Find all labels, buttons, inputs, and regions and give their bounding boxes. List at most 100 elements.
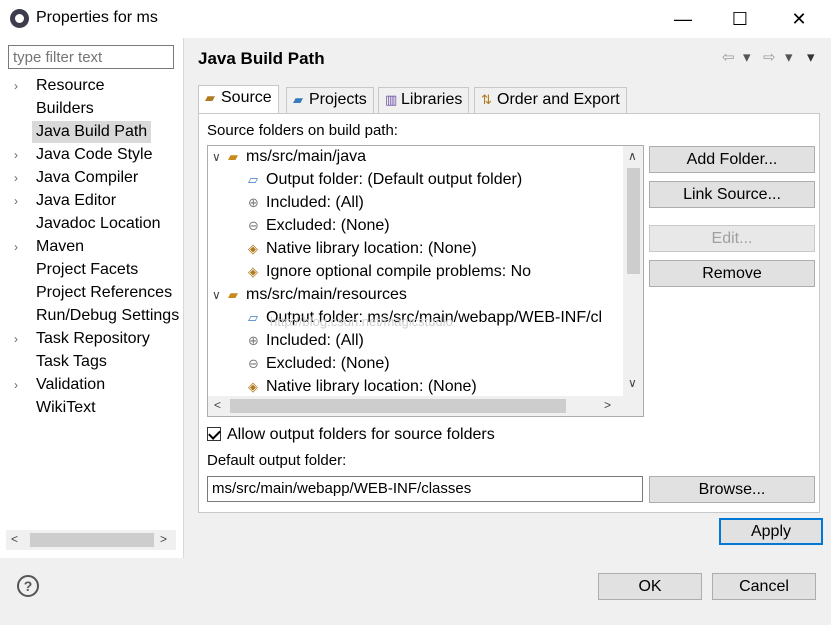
source-folders-label: Source folders on build path: [207, 122, 398, 139]
sidebar-item-project-references[interactable]: Project References [14, 282, 176, 304]
properties-nav-pane: ›Resource Builders Java Build Path ›Java… [0, 38, 184, 558]
help-icon[interactable]: ? [17, 575, 39, 597]
ok-button[interactable]: OK [598, 573, 702, 600]
chevron-right-icon[interactable]: › [14, 236, 32, 258]
eclipse-app-icon [10, 9, 29, 28]
order-export-icon: ⇅ [481, 92, 492, 107]
cancel-button[interactable]: Cancel [712, 573, 816, 600]
browse-button[interactable]: Browse... [649, 476, 815, 503]
allow-output-folders-checkbox[interactable]: Allow output folders for source folders [207, 426, 495, 444]
tree-row[interactable]: ⊕ Included: (All) [248, 330, 364, 352]
exclude-filter-icon: ⊖ [248, 356, 259, 371]
tab-order-and-export[interactable]: ⇅ Order and Export [474, 87, 627, 113]
package-folder-icon: ▰ [228, 149, 238, 164]
tab-libraries[interactable]: ▥ Libraries [378, 87, 470, 113]
tree-row[interactable]: ∨ ▰ ms/src/main/resources [212, 284, 407, 306]
sidebar-horizontal-scrollbar[interactable]: < > [6, 530, 176, 550]
scroll-right-icon[interactable]: > [604, 398, 611, 412]
link-source-button[interactable]: Link Source... [649, 181, 815, 208]
dialog-footer: ? OK Cancel [0, 558, 831, 625]
title-bar: Properties for ms — ☐ ✕ [0, 0, 831, 38]
include-filter-icon: ⊕ [248, 195, 259, 210]
tree-row[interactable]: ⊖ Excluded: (None) [248, 353, 390, 375]
sidebar-item-java-editor[interactable]: › Java Editor [14, 190, 120, 212]
sidebar-item-wikitext[interactable]: WikiText [14, 397, 100, 419]
tree-row[interactable]: ∨ ▰ ms/src/main/java [212, 146, 366, 168]
sidebar-item-java-code-style[interactable]: › Java Code Style [14, 144, 157, 166]
tree-row[interactable]: ▱ Output folder: (Default output folder) [248, 169, 522, 191]
close-button[interactable]: ✕ [777, 4, 821, 34]
source-folders-tree[interactable]: ∨ ▰ ms/src/main/java ▱ Output folder: (Defa… [207, 145, 644, 417]
sidebar-item-java-compiler[interactable]: › Java Compiler [14, 167, 142, 189]
sidebar-item-task-tags[interactable]: Task Tags [14, 351, 111, 373]
add-folder-button[interactable]: Add Folder... [649, 146, 815, 173]
scrollbar-thumb[interactable] [230, 399, 566, 413]
remove-button[interactable]: Remove [649, 260, 815, 287]
chevron-right-icon[interactable]: › [14, 190, 32, 212]
chevron-down-icon[interactable]: ∨ [212, 284, 228, 306]
tab-projects[interactable]: ▰ Projects [286, 87, 374, 113]
source-tab-panel: Source folders on build path: ∨ ▰ ms/src/m… [198, 113, 820, 513]
scroll-up-icon[interactable]: ∧ [628, 149, 637, 163]
sidebar-item-builders[interactable]: Builders [14, 98, 98, 120]
checkbox-checked[interactable] [207, 427, 221, 441]
native-library-icon: ◈ [248, 379, 258, 394]
scroll-right-icon[interactable]: > [160, 532, 167, 546]
apply-button[interactable]: Apply [719, 518, 823, 545]
scroll-left-icon[interactable]: < [11, 532, 18, 546]
forward-dropdown-icon[interactable]: ▾ [785, 48, 793, 66]
tree-row[interactable]: ⊕ Included: (All) [248, 192, 364, 214]
sidebar-item-run-debug-settings[interactable]: Run/Debug Settings [14, 305, 184, 327]
edit-button[interactable]: Edit... [649, 225, 815, 252]
tree-row[interactable]: ◈ Ignore optional compile problems: No [248, 261, 531, 283]
scroll-down-icon[interactable]: ∨ [628, 376, 637, 390]
default-output-folder-field[interactable]: ms/src/main/webapp/WEB-INF/classes [207, 476, 643, 502]
back-dropdown-icon[interactable]: ▾ [743, 48, 751, 66]
property-page: Java Build Path ⇦ ▾ ⇨ ▾ ▾ ▰ Source ▰ Proje… [185, 38, 831, 558]
tab-source[interactable]: ▰ Source [198, 85, 279, 114]
back-arrow-icon[interactable]: ⇦ [722, 48, 735, 66]
chevron-right-icon[interactable]: › [14, 75, 32, 97]
sidebar-item-maven[interactable]: › Maven [14, 236, 88, 258]
output-folder-icon: ▱ [248, 172, 258, 187]
sidebar-item-javadoc-location[interactable]: Javadoc Location [14, 213, 165, 235]
sidebar-item-java-build-path[interactable]: Java Build Path [14, 121, 152, 143]
chevron-right-icon[interactable]: › [14, 167, 32, 189]
sidebar-item-project-facets[interactable]: Project Facets [14, 259, 142, 281]
libraries-icon: ▥ [385, 92, 398, 107]
sidebar-item-validation[interactable]: › Validation [14, 374, 109, 396]
scrollbar-thumb[interactable] [627, 168, 640, 274]
sidebar-item-task-repository[interactable]: › Task Repository [14, 328, 154, 350]
view-menu-icon[interactable]: ▾ [807, 48, 815, 66]
page-header: Java Build Path ⇦ ▾ ⇨ ▾ ▾ [185, 38, 831, 78]
native-library-icon: ◈ [248, 241, 258, 256]
forward-arrow-icon[interactable]: ⇨ [763, 48, 776, 66]
exclude-filter-icon: ⊖ [248, 218, 259, 233]
chevron-right-icon[interactable]: › [14, 328, 32, 350]
ignore-problems-icon: ◈ [248, 264, 258, 279]
watermark-text: http://blog.csdn.net/magicstudio [270, 314, 453, 329]
scrollbar-thumb[interactable] [30, 533, 154, 547]
minimize-button[interactable]: — [661, 4, 705, 34]
default-output-folder-label: Default output folder: [207, 452, 347, 469]
chevron-down-icon[interactable]: ∨ [212, 146, 228, 168]
chevron-right-icon[interactable]: › [14, 374, 32, 396]
include-filter-icon: ⊕ [248, 333, 259, 348]
tree-row[interactable]: ◈ Native library location: (None) [248, 238, 477, 260]
maximize-button[interactable]: ☐ [718, 4, 762, 34]
source-folder-icon: ▰ [205, 90, 215, 105]
dialog-body: ›Resource Builders Java Build Path ›Java… [0, 38, 831, 625]
window-title: Properties for ms [36, 9, 158, 26]
tree-horizontal-scrollbar[interactable]: < > [208, 396, 643, 416]
tree-row[interactable]: ⊖ Excluded: (None) [248, 215, 390, 237]
scroll-left-icon[interactable]: < [214, 398, 221, 412]
chevron-right-icon[interactable]: › [14, 144, 32, 166]
projects-icon: ▰ [293, 92, 303, 107]
filter-input[interactable] [8, 45, 174, 69]
page-title: Java Build Path [198, 49, 325, 68]
tree-row[interactable]: ◈ Native library location: (None) [248, 376, 477, 398]
package-folder-icon: ▰ [228, 287, 238, 302]
tree-vertical-scrollbar[interactable]: ∧ ∨ [623, 146, 643, 398]
sidebar-item-resource[interactable]: › Resource [14, 75, 108, 97]
output-folder-icon: ▱ [248, 310, 258, 325]
